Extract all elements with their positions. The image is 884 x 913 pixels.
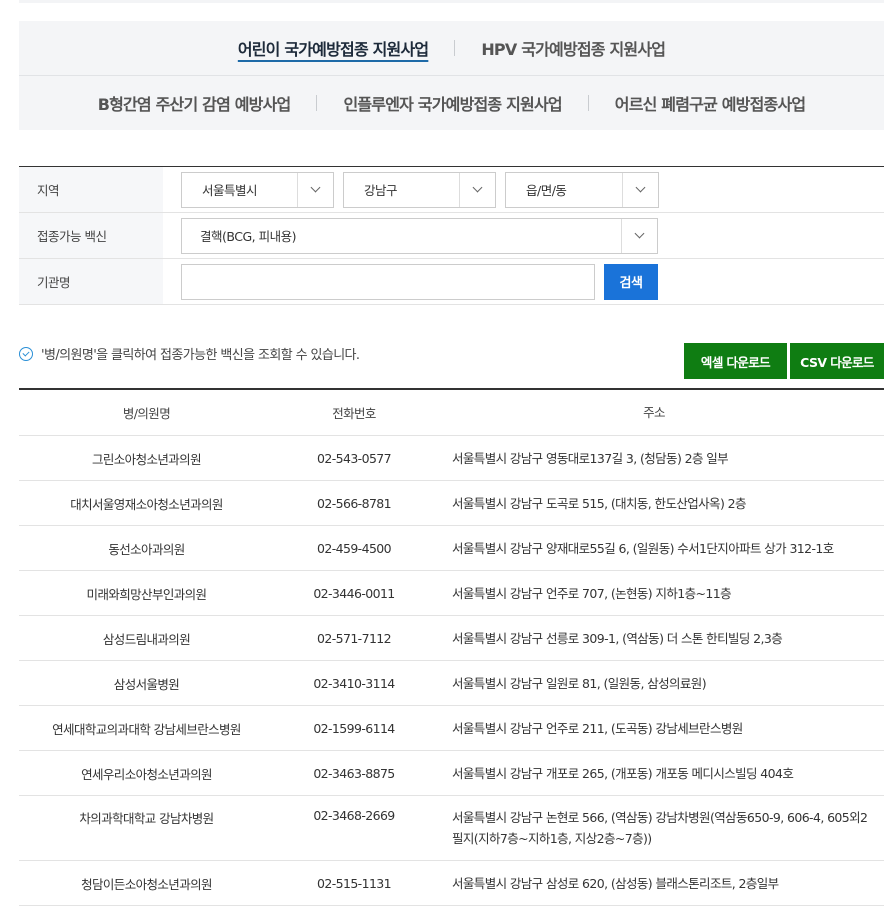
clinic-phone: 02-1599-6114	[313, 720, 395, 736]
vaccine-select[interactable]: 결핵(BCG, 피내용)	[181, 217, 658, 254]
clinic-address: 서울특별시 강남구 삼성로 620, (삼성동) 블래스톤리조트, 2층일부	[452, 875, 779, 891]
top-divider	[19, 0, 884, 3]
table-row: 그린소아청소년과의원 02-543-0577 서울특별시 강남구 영동대로137…	[19, 436, 884, 481]
table-row: 청담이든소아청소년과의원 02-515-1131 서울특별시 강남구 삼성로 6…	[19, 861, 884, 906]
table-row: 연세우리소아청소년과의원 02-3463-8875 서울특별시 강남구 개포로 …	[19, 751, 884, 796]
table-header: 병/의원명 전화번호 주소	[19, 390, 884, 436]
program-tabs: 어린이 국가예방접종 지원사업 HPV 국가예방접종 지원사업 B형간염 주산기…	[19, 21, 884, 130]
notice-message: '병/의원명'을 클릭하여 접종가능한 백신을 조회할 수 있습니다.	[19, 344, 360, 363]
clinic-phone: 02-3446-0011	[313, 585, 395, 601]
chevron-down-icon	[297, 172, 333, 207]
tab-row-1: 어린이 국가예방접종 지원사업 HPV 국가예방접종 지원사업	[19, 21, 884, 75]
search-button[interactable]: 검색	[604, 263, 658, 300]
tab-child-vaccination[interactable]: 어린이 국가예방접종 지원사업	[212, 36, 455, 60]
header-name: 병/의원명	[122, 406, 171, 421]
clinic-name-link[interactable]: 그린소아청소년과의원	[19, 436, 274, 480]
header-phone: 전화번호	[332, 406, 376, 421]
clinic-table: 병/의원명 전화번호 주소 그린소아청소년과의원 02-543-0577 서울특…	[19, 388, 884, 906]
clinic-address: 서울특별시 강남구 양재대로55길 6, (일원동) 수서1단지아파트 상가 3…	[452, 540, 834, 556]
org-label: 기관명	[19, 259, 163, 304]
city-select[interactable]: 서울특별시	[181, 171, 334, 208]
table-row: 동선소아과의원 02-459-4500 서울특별시 강남구 양재대로55길 6,…	[19, 526, 884, 571]
clinic-name-link[interactable]: 삼성서울병원	[19, 661, 274, 705]
table-row: 삼성서울병원 02-3410-3114 서울특별시 강남구 일원로 81, (일…	[19, 661, 884, 706]
vaccine-label: 접종가능 백신	[19, 213, 163, 258]
excel-download-button[interactable]: 엑셀 다운로드	[684, 343, 787, 379]
clinic-name-link[interactable]: 동선소아과의원	[19, 526, 274, 570]
region-row: 지역 서울특별시 강남구 읍/면/동	[19, 167, 884, 213]
vaccine-select-wrap: 결핵(BCG, 피내용)	[163, 217, 658, 254]
clinic-name-link[interactable]: 연세우리소아청소년과의원	[19, 751, 274, 795]
chevron-down-icon	[459, 172, 495, 207]
table-row: 대치서울영재소아청소년과의원 02-566-8781 서울특별시 강남구 도곡로…	[19, 481, 884, 526]
org-field-wrap: 검색	[163, 263, 658, 300]
tab-pneumococcal[interactable]: 어르신 폐렴구균 예방접종사업	[589, 91, 832, 115]
clinic-name-link[interactable]: 미래와희망산부인과의원	[19, 571, 274, 615]
clinic-address: 서울특별시 강남구 도곡로 515, (대치동, 한도산업사옥) 2층	[452, 495, 746, 511]
clinic-address: 서울특별시 강남구 언주로 707, (논현동) 지하1층~11층	[452, 585, 732, 601]
clinic-name-link[interactable]: 대치서울영재소아청소년과의원	[19, 481, 274, 525]
chevron-down-icon	[621, 218, 657, 253]
district-select[interactable]: 강남구	[343, 171, 496, 208]
vaccine-select-value: 결핵(BCG, 피내용)	[200, 229, 296, 244]
table-row: 차의과학대학교 강남차병원 02-3468-2669 서울특별시 강남구 논현로…	[19, 796, 884, 861]
clinic-address: 서울특별시 강남구 논현로 566, (역삼동) 강남차병원(역삼동650-9,…	[452, 810, 868, 846]
chevron-down-icon	[622, 172, 658, 207]
org-name-input[interactable]	[181, 263, 595, 300]
tab-row-2: B형간염 주산기 감염 예방사업 인플루엔자 국가예방접종 지원사업 어르신 폐…	[19, 75, 884, 130]
clinic-phone: 02-3468-2669	[313, 808, 395, 823]
clinic-phone: 02-515-1131	[317, 875, 392, 891]
city-select-value: 서울특별시	[202, 183, 258, 198]
org-row: 기관명 검색	[19, 259, 884, 305]
search-form: 지역 서울특별시 강남구 읍/면/동 접종가능 백신 결핵(BCG, 피내용)	[19, 166, 884, 305]
clinic-phone: 02-459-4500	[317, 540, 392, 556]
check-circle-icon	[19, 346, 33, 361]
clinic-phone: 02-3463-8875	[313, 765, 395, 781]
clinic-name-link[interactable]: 차의과학대학교 강남차병원	[19, 796, 274, 860]
clinic-address: 서울특별시 강남구 일원로 81, (일원동, 삼성의료원)	[452, 675, 707, 691]
clinic-address: 서울특별시 강남구 영동대로137길 3, (청담동) 2층 일부	[452, 450, 729, 466]
clinic-phone: 02-566-8781	[317, 495, 392, 511]
town-select-value: 읍/면/동	[526, 183, 567, 198]
table-row: 삼성드림내과의원 02-571-7112 서울특별시 강남구 선릉로 309-1…	[19, 616, 884, 661]
clinic-address: 서울특별시 강남구 개포로 265, (개포동) 개포동 메디시스빌딩 404호	[452, 765, 794, 781]
tab-hepatitis-b[interactable]: B형간염 주산기 감염 예방사업	[72, 91, 317, 115]
clinic-name-link[interactable]: 청담이든소아청소년과의원	[19, 861, 274, 905]
vaccine-row: 접종가능 백신 결핵(BCG, 피내용)	[19, 213, 884, 259]
tab-hpv-vaccination[interactable]: HPV 국가예방접종 지원사업	[455, 36, 691, 60]
header-address: 주소	[643, 405, 665, 420]
tab-influenza[interactable]: 인플루엔자 국가예방접종 지원사업	[317, 91, 587, 115]
clinic-name-link[interactable]: 삼성드림내과의원	[19, 616, 274, 660]
table-row: 연세대학교의과대학 강남세브란스병원 02-1599-6114 서울특별시 강남…	[19, 706, 884, 751]
table-row: 미래와희망산부인과의원 02-3446-0011 서울특별시 강남구 언주로 7…	[19, 571, 884, 616]
clinic-address: 서울특별시 강남구 선릉로 309-1, (역삼동) 더 스톤 한티빌딩 2,3…	[452, 630, 783, 646]
clinic-address: 서울특별시 강남구 언주로 211, (도곡동) 강남세브란스병원	[452, 720, 743, 736]
clinic-name-link[interactable]: 연세대학교의과대학 강남세브란스병원	[19, 706, 274, 750]
region-selects: 서울특별시 강남구 읍/면/동	[163, 171, 659, 208]
notice-text: '병/의원명'을 클릭하여 접종가능한 백신을 조회할 수 있습니다.	[41, 348, 360, 363]
clinic-phone: 02-543-0577	[317, 450, 392, 466]
csv-download-button[interactable]: CSV 다운로드	[790, 343, 884, 379]
district-select-value: 강남구	[364, 183, 398, 198]
region-label: 지역	[19, 167, 163, 212]
clinic-phone: 02-571-7112	[317, 630, 392, 646]
town-select[interactable]: 읍/면/동	[505, 171, 659, 208]
clinic-phone: 02-3410-3114	[313, 675, 395, 691]
